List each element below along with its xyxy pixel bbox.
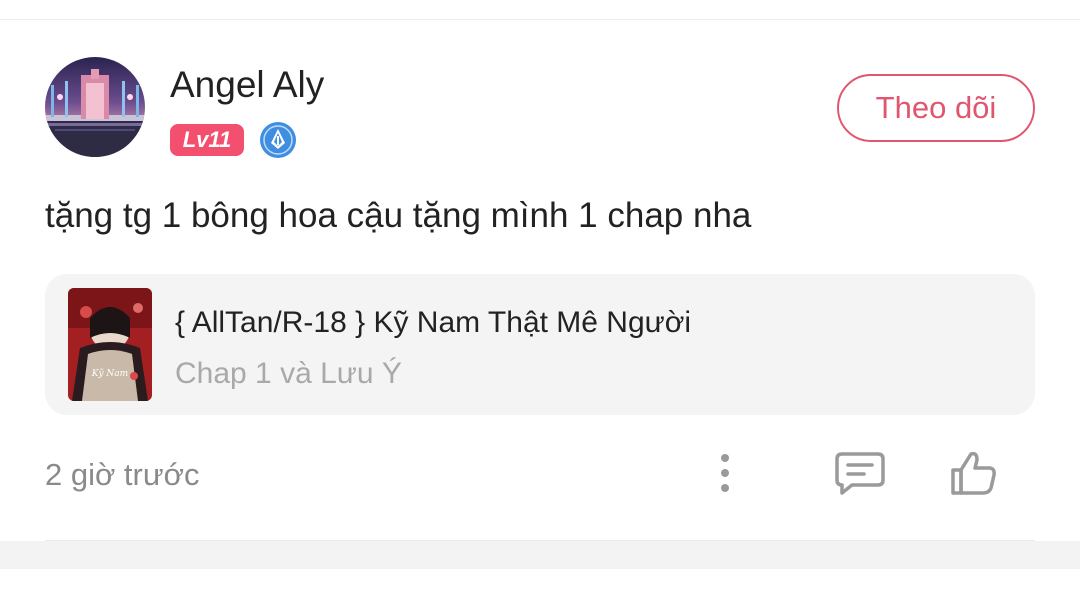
thumbs-up-icon[interactable] — [945, 448, 1001, 498]
comment-icon[interactable] — [832, 448, 888, 498]
svg-text:Kỹ Nam: Kỹ Nam — [91, 368, 128, 379]
section-separator — [0, 541, 1080, 569]
story-card[interactable]: Kỹ Nam { AllTan/R-18 } Kỹ Nam Thật Mê Ng… — [45, 274, 1035, 415]
level-badge: Lv11 — [170, 124, 244, 156]
username[interactable]: Angel Aly — [170, 64, 324, 106]
story-chapter: Chap 1 và Lưu Ý — [175, 357, 402, 390]
top-divider — [0, 19, 1080, 20]
author-pen-badge-icon — [259, 121, 297, 159]
timestamp: 2 giờ trước — [45, 457, 200, 492]
more-vertical-icon[interactable] — [707, 448, 743, 498]
story-title: { AllTan/R-18 } Kỹ Nam Thật Mê Người — [175, 306, 692, 339]
avatar[interactable] — [45, 57, 145, 157]
comment-text: tặng tg 1 bông hoa cậu tặng mình 1 chap … — [45, 196, 752, 235]
follow-button[interactable]: Theo dõi — [837, 74, 1035, 142]
avatar-image — [45, 57, 145, 157]
story-cover-image: Kỹ Nam — [68, 288, 152, 401]
